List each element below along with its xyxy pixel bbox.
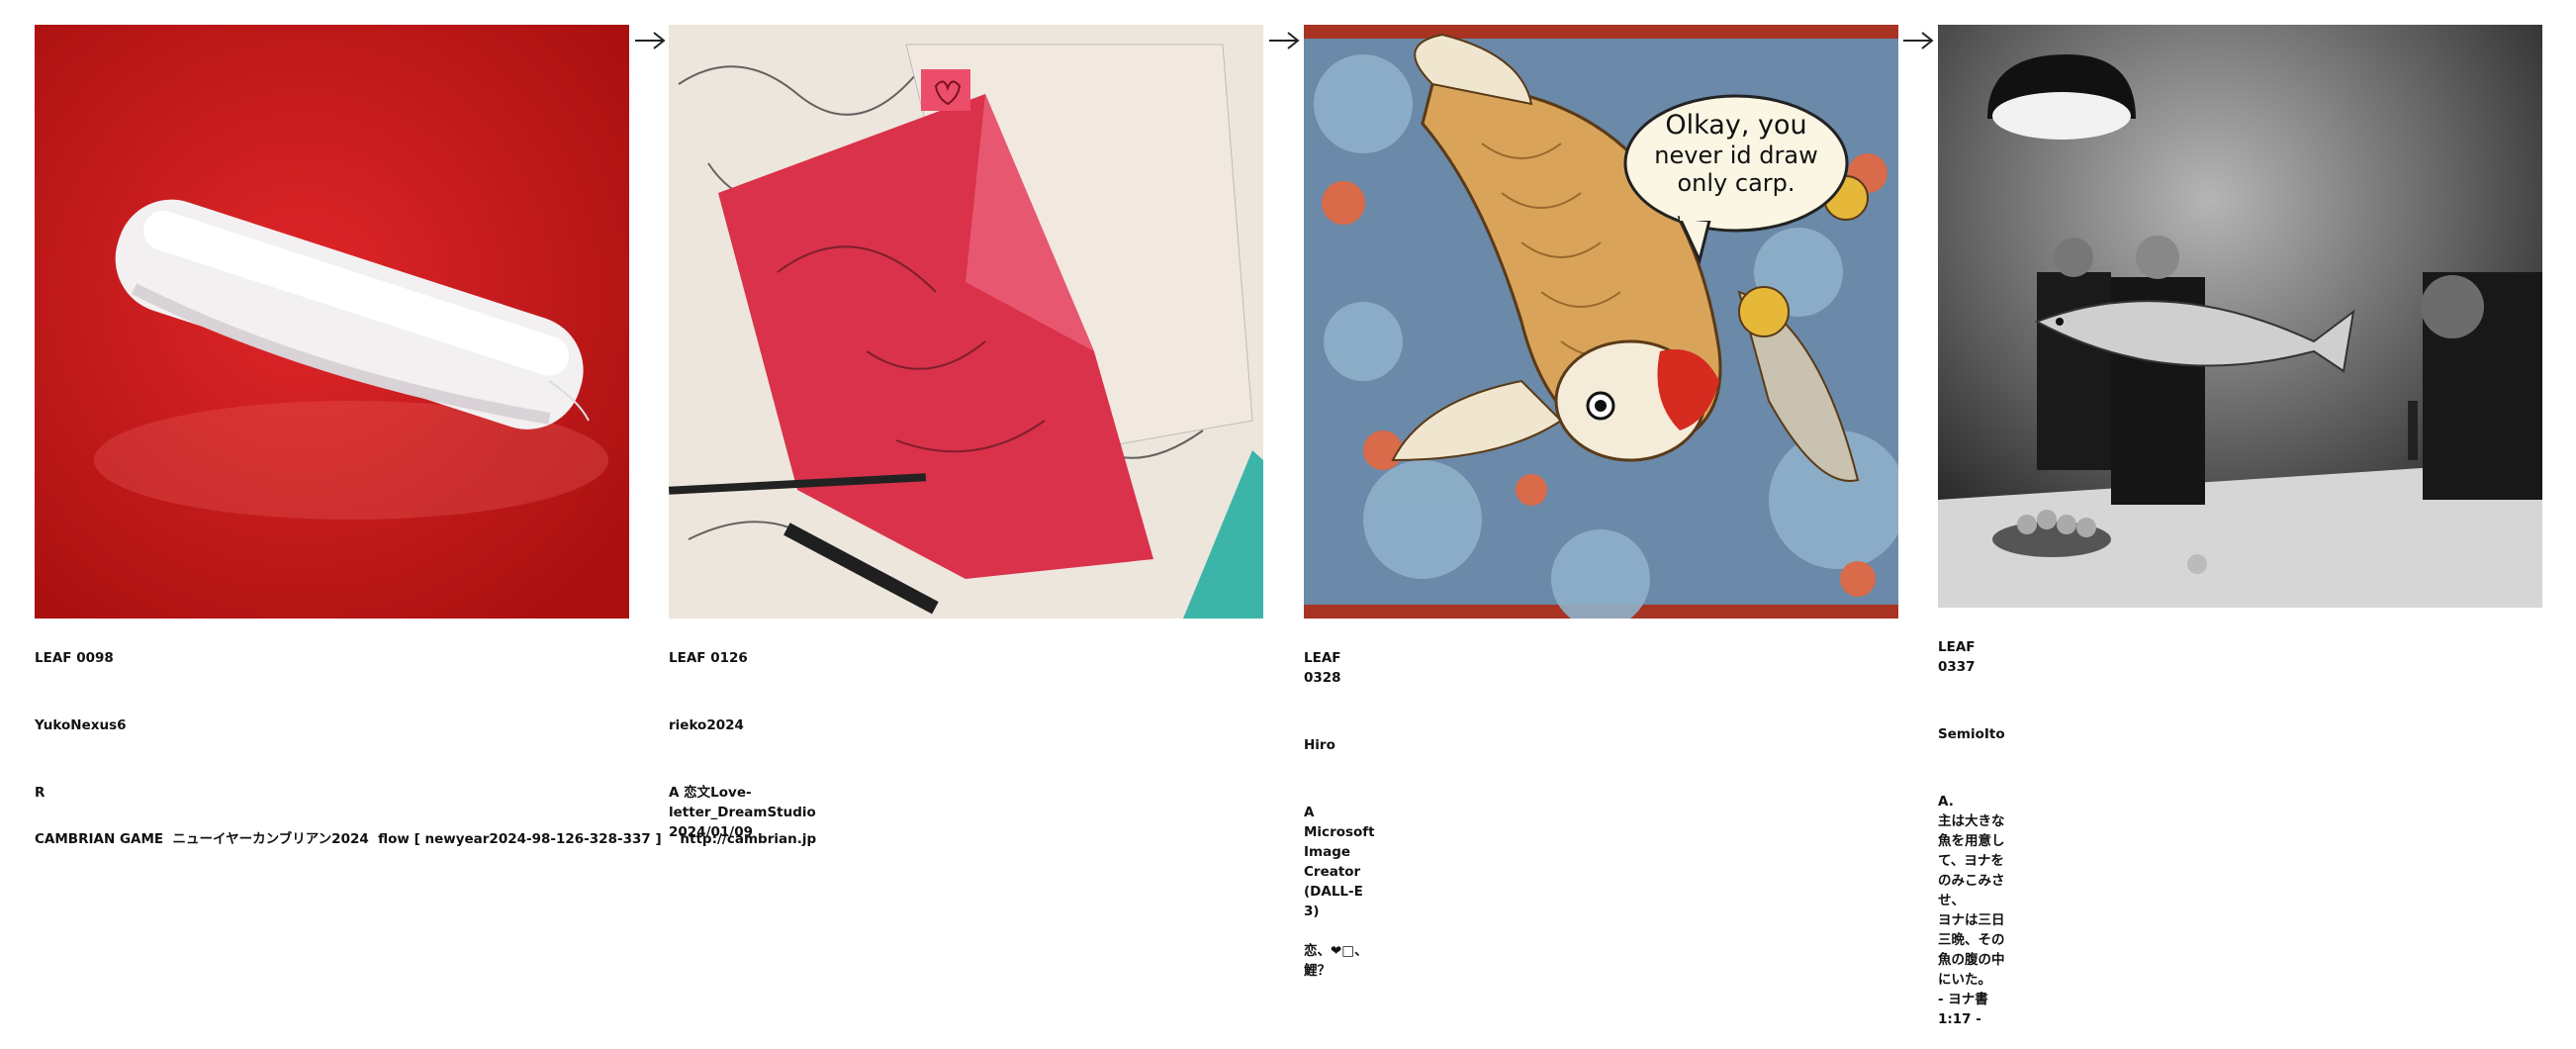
leaf-number: LEAF 0328	[1304, 650, 1341, 686]
leaf-author[interactable]: YukoNexus6	[35, 715, 127, 735]
leaf-author[interactable]: Hiro	[1304, 735, 1375, 755]
fish-photo-bw	[1938, 25, 2542, 608]
leaf-image-carp[interactable]: Olkay, you never id draw only carp.	[1304, 25, 1898, 619]
towel-photo	[35, 25, 629, 619]
leaf-caption: R	[35, 785, 46, 801]
speech-bubble-line: never id draw	[1654, 142, 1817, 169]
speech-bubble-line: only carp.	[1677, 169, 1794, 197]
love-letter-illustration	[669, 25, 1263, 619]
arrow-right-icon	[635, 32, 666, 49]
footer-flow-info[interactable]: CAMBRIAN GAME ニューイヤーカンブリアン2024 flow [ ne…	[35, 827, 816, 847]
leaf-caption: A. 主は大きな魚を用意して、ヨナをのみこみさせ、 ヨナは三日三晩、その魚の腹の…	[1938, 794, 2005, 1027]
leaf-image-towel[interactable]	[35, 25, 629, 619]
arrow-right-icon	[1903, 32, 1934, 49]
leaf-meta-0337: LEAF 0337 SemioIto A. 主は大きな魚を用意して、ヨナをのみこ…	[1938, 618, 2005, 1049]
leaf-author[interactable]: SemioIto	[1938, 724, 2005, 744]
leaf-number: LEAF 0337	[1938, 639, 1976, 675]
leaf-meta-0328: LEAF 0328 Hiro A Microsoft Image Creator…	[1304, 628, 1375, 1001]
leaf-image-fish-photo[interactable]	[1938, 25, 2542, 608]
arrow-right-icon	[1269, 32, 1300, 49]
leaf-number: LEAF 0126	[669, 650, 748, 666]
leaf-meta-0098: LEAF 0098 YukoNexus6 R	[35, 628, 127, 822]
speech-bubble-line: Olkay, you	[1665, 110, 1806, 141]
leaf-caption: A Microsoft Image Creator (DALL-E 3) 恋、❤…	[1304, 805, 1375, 979]
leaf-number: LEAF 0098	[35, 650, 114, 666]
carp-illustration: Olkay, you never id draw only carp.	[1304, 25, 1898, 619]
leaf-author[interactable]: rieko2024	[669, 715, 816, 735]
leaf-image-love-letter[interactable]	[669, 25, 1263, 619]
